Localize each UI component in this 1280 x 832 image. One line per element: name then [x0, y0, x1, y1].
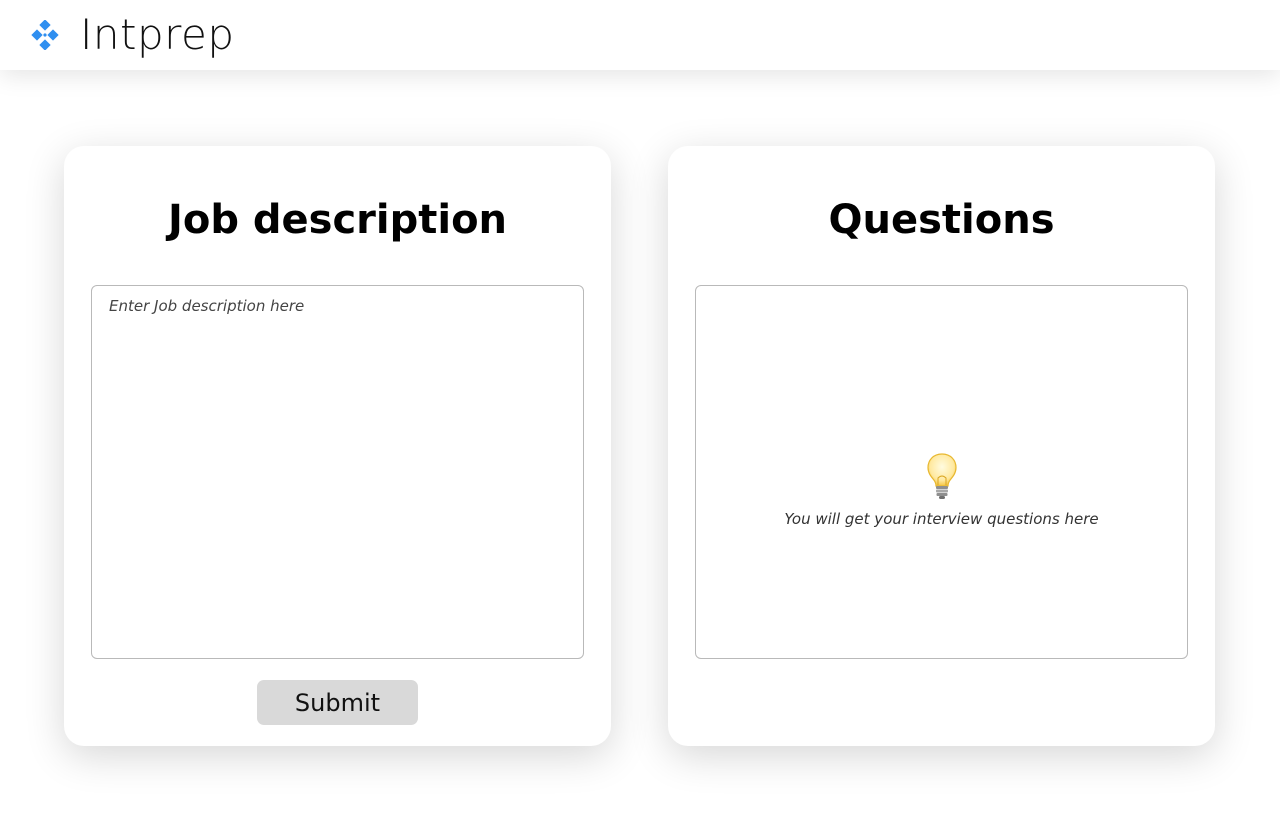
diamond-grid-icon[interactable]: [30, 20, 62, 50]
empty-state-message: You will get your interview questions he…: [784, 510, 1099, 528]
job-description-input[interactable]: [91, 285, 584, 659]
top-bar: Intprep: [0, 0, 1280, 70]
questions-output: You will get your interview questions he…: [695, 285, 1188, 659]
lightbulb-icon: [927, 453, 957, 499]
questions-card: Questions You will get your interview qu…: [668, 146, 1215, 746]
questions-title: Questions: [828, 197, 1055, 243]
submit-button[interactable]: Submit: [257, 680, 418, 725]
brand-name[interactable]: Intprep: [80, 8, 234, 62]
job-description-title: Job description: [167, 197, 508, 243]
job-description-card: Job description Submit: [64, 146, 611, 746]
